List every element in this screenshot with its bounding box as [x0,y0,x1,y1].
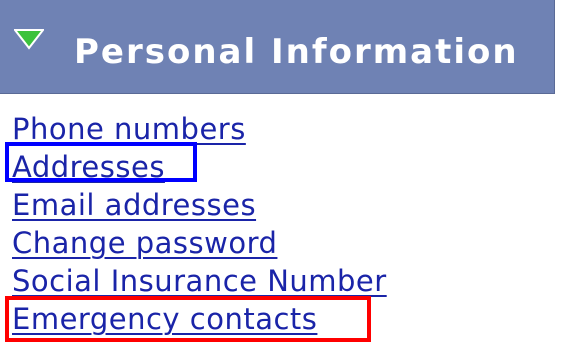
emergency-contacts-link[interactable]: Emergency contacts [12,302,317,336]
phone-numbers-link[interactable]: Phone numbers [12,112,246,146]
list-item: Phone numbers [12,110,387,148]
social-insurance-number-link[interactable]: Social Insurance Number [12,264,387,298]
section-header[interactable]: Personal Information [0,0,555,94]
list-item: Social Insurance Number [12,262,387,300]
email-addresses-link[interactable]: Email addresses [12,188,256,222]
list-item: Change password [12,224,387,262]
personal-information-panel: Personal Information Phone numbers Addre… [0,0,564,345]
list-item: Emergency contacts [12,300,387,338]
section-title: Personal Information [74,32,519,72]
addresses-link[interactable]: Addresses [12,150,165,184]
link-list: Phone numbers Addresses Email addresses … [12,110,387,338]
expand-triangle-icon[interactable] [14,28,44,50]
list-item: Addresses [12,148,387,186]
list-item: Email addresses [12,186,387,224]
change-password-link[interactable]: Change password [12,226,277,260]
